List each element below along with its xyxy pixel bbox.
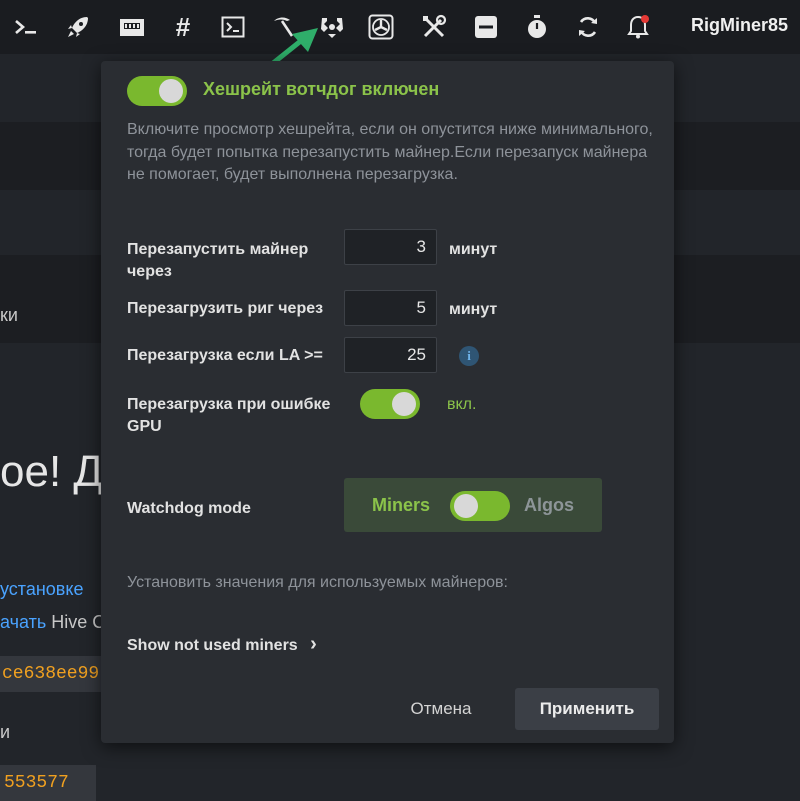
notification-dot: [641, 15, 649, 23]
rocket-icon[interactable]: [64, 13, 92, 41]
background-text-m: и: [0, 722, 11, 742]
download-suffix: Hive C: [46, 612, 106, 632]
background-download-line: ачать Hive C: [0, 612, 105, 633]
restart-miner-input[interactable]: 3: [344, 229, 437, 265]
mode-algos-label[interactable]: Algos: [524, 495, 574, 516]
watchdog-mode-switch: Miners Algos: [344, 478, 602, 532]
toggle-knob: [454, 494, 478, 518]
username[interactable]: RigMiner85: [691, 15, 788, 36]
set-values-text: Установить значения для используемых май…: [127, 574, 508, 591]
toggle-knob: [159, 79, 183, 103]
refresh-icon[interactable]: [574, 13, 602, 41]
modal-title: Хешрейт вотчдог включен: [203, 79, 440, 99]
console-icon[interactable]: [219, 13, 247, 41]
restart-miner-unit: минут: [449, 241, 498, 258]
chevron-right-icon[interactable]: ›: [310, 633, 317, 655]
tools-icon[interactable]: [420, 13, 448, 41]
modal-description: Включите просмотр хешрейта, если он опус…: [127, 121, 653, 183]
restart-miner-label: Перезапустить майнер через: [127, 241, 309, 280]
reboot-gpu-label: Перезагрузка при ошибке GPU: [127, 396, 331, 435]
network-card-icon[interactable]: [118, 13, 146, 41]
info-icon[interactable]: i: [459, 346, 479, 366]
toggle-knob: [392, 392, 416, 416]
download-link[interactable]: ачать: [0, 612, 46, 632]
top-navbar: # RigMiner85: [0, 0, 800, 54]
show-miners-label[interactable]: Show not used miners: [127, 637, 298, 654]
apply-button[interactable]: Применить: [515, 688, 659, 730]
reboot-rig-label: Перезагрузить риг через: [127, 300, 324, 317]
watchdog-mode-toggle[interactable]: [450, 491, 510, 521]
reboot-gpu-state: вкл.: [447, 396, 477, 413]
minus-box-icon[interactable]: [472, 13, 500, 41]
background-code-2: 553577: [0, 765, 96, 801]
watchdog-enable-toggle[interactable]: [127, 76, 187, 106]
reboot-rig-input[interactable]: 5: [344, 290, 437, 326]
install-link[interactable]: установке: [0, 579, 83, 599]
hashrate-watchdog-modal: Хешрейт вотчдог включен Включите просмот…: [101, 61, 674, 743]
cancel-button[interactable]: Отмена: [401, 688, 481, 730]
background-link-install[interactable]: установке: [0, 579, 83, 600]
reboot-la-input[interactable]: 25: [344, 337, 437, 373]
reboot-gpu-toggle[interactable]: [360, 389, 420, 419]
hash-icon[interactable]: #: [169, 12, 197, 42]
background-tab-text: ки: [0, 305, 18, 325]
fan-icon[interactable]: [367, 13, 395, 41]
watchdog-mode-label: Watchdog mode: [127, 500, 251, 517]
reboot-la-label: Перезагрузка если LA >=: [127, 347, 323, 364]
show-not-used-miners-toggle[interactable]: Show not used miners ›: [127, 633, 317, 656]
mode-miners-label[interactable]: Miners: [372, 495, 430, 516]
bell-icon[interactable]: [624, 13, 652, 41]
stopwatch-icon[interactable]: [523, 13, 551, 41]
background-code-1: ce638ee99: [0, 656, 102, 692]
background-heading: ое! Д: [0, 447, 104, 496]
terminal-icon[interactable]: [12, 13, 40, 41]
reboot-rig-unit: минут: [449, 301, 498, 318]
